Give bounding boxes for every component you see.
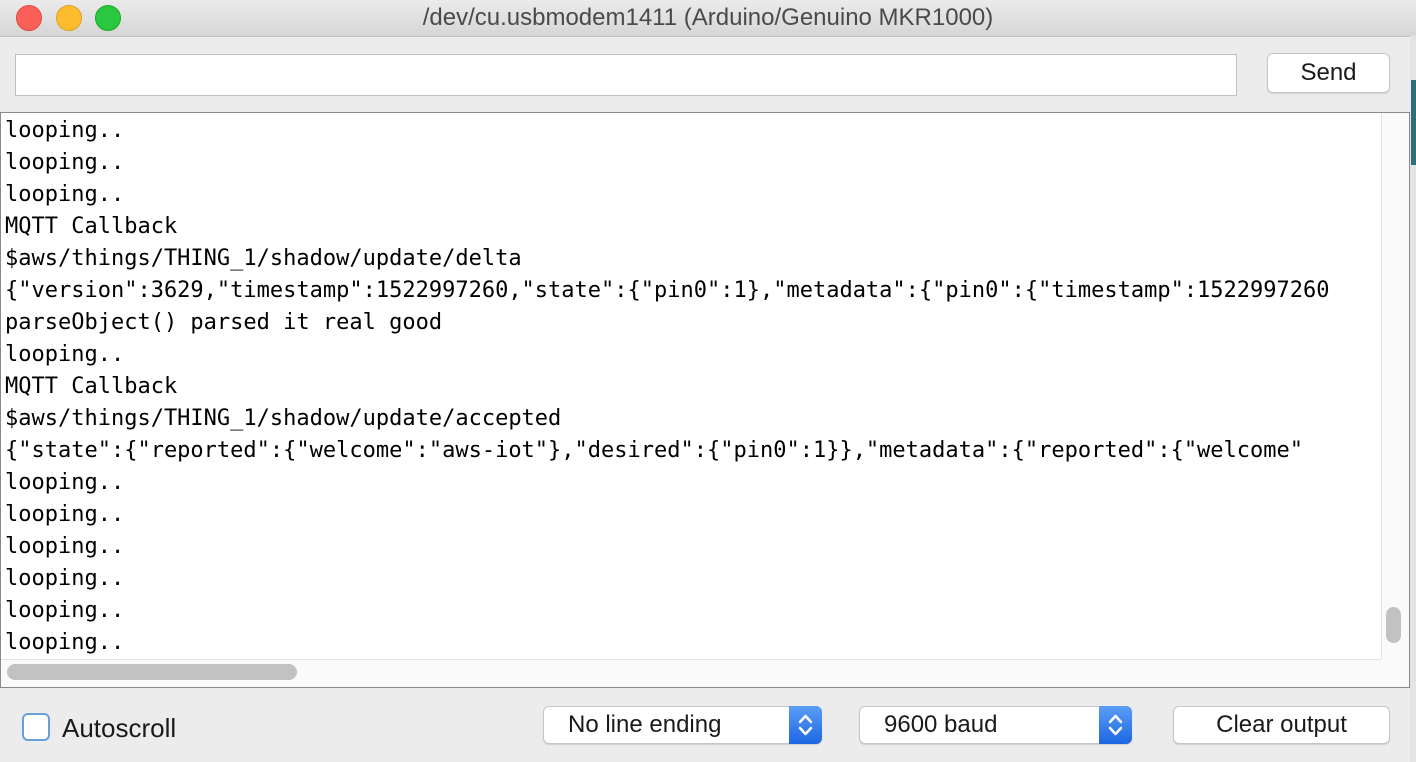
vertical-scrollbar[interactable]	[1381, 113, 1409, 659]
send-button[interactable]: Send	[1267, 53, 1390, 93]
output-line: MQTT Callback	[5, 214, 178, 239]
window-title: /dev/cu.usbmodem1411 (Arduino/Genuino MK…	[422, 4, 994, 31]
background-window-edge	[1411, 80, 1416, 165]
scroll-corner	[1381, 659, 1409, 687]
title-bar: /dev/cu.usbmodem1411 (Arduino/Genuino MK…	[0, 0, 1416, 37]
output-line: looping..	[5, 470, 125, 495]
clear-output-button[interactable]: Clear output	[1173, 706, 1390, 744]
autoscroll-label: Autoscroll	[62, 713, 177, 743]
line-ending-select[interactable]: No line ending	[543, 706, 822, 744]
output-line: {"version":3629,"timestamp":1522997260,"…	[5, 278, 1330, 303]
autoscroll-checkbox[interactable]	[22, 713, 50, 741]
chevron-updown-icon	[1099, 706, 1132, 744]
output-line: MQTT Callback	[5, 374, 178, 399]
line-ending-value: No line ending	[568, 711, 722, 738]
output-line: looping..	[5, 502, 125, 527]
output-line: looping..	[5, 150, 125, 175]
output-line: $aws/things/THING_1/shadow/update/accept…	[5, 406, 562, 431]
baud-rate-select[interactable]: 9600 baud	[859, 706, 1132, 744]
send-input[interactable]	[15, 54, 1237, 96]
output-line: looping..	[5, 566, 125, 591]
output-lines: looping.. looping.. looping.. MQTT Callback…	[5, 115, 1377, 659]
serial-output[interactable]: looping.. looping.. looping.. MQTT Callback…	[0, 112, 1410, 688]
output-line: looping..	[5, 598, 125, 623]
output-line: looping..	[5, 118, 125, 143]
output-line: looping..	[5, 534, 125, 559]
baud-rate-value: 9600 baud	[884, 711, 998, 738]
output-line: $aws/things/THING_1/shadow/update/delta	[5, 246, 522, 271]
output-line: parseObject() parsed it real good	[5, 310, 443, 335]
output-line: looping..	[5, 182, 125, 207]
output-line: looping..	[5, 342, 125, 367]
output-line: {"state":{"reported":{"welcome":"aws-iot…	[5, 438, 1304, 463]
chevron-updown-icon	[789, 706, 822, 744]
vertical-scroll-thumb[interactable]	[1386, 607, 1401, 643]
horizontal-scroll-thumb[interactable]	[7, 664, 297, 680]
output-line: looping..	[5, 630, 125, 655]
